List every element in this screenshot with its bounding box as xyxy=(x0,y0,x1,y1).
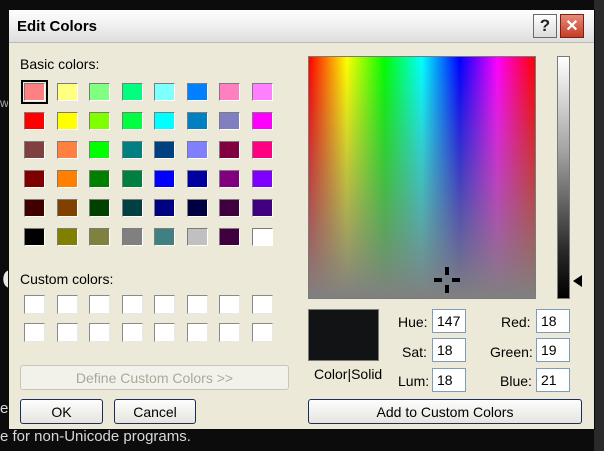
red-label: Red: xyxy=(501,314,531,330)
custom-color-swatch[interactable] xyxy=(219,323,240,342)
basic-color-swatch[interactable] xyxy=(154,228,175,246)
background-scrollbar xyxy=(594,0,604,451)
basic-color-swatch[interactable] xyxy=(251,170,273,188)
custom-color-swatch[interactable] xyxy=(251,295,273,314)
basic-color-swatch[interactable] xyxy=(89,83,110,101)
basic-color-swatch[interactable] xyxy=(219,141,240,159)
ok-button[interactable]: OK xyxy=(20,399,103,424)
lum-label: Lum: xyxy=(398,373,430,389)
basic-color-swatch[interactable] xyxy=(219,112,240,130)
luminosity-bar[interactable] xyxy=(557,56,570,299)
basic-colors-label: Basic colors: xyxy=(20,56,100,72)
basic-color-swatch[interactable] xyxy=(89,170,110,188)
basic-color-swatch[interactable] xyxy=(121,228,143,246)
basic-color-swatch[interactable] xyxy=(154,112,175,130)
basic-color-swatch[interactable] xyxy=(121,170,143,188)
red-field[interactable]: 18 xyxy=(536,309,570,333)
lum-field[interactable]: 18 xyxy=(432,368,466,392)
basic-color-swatch[interactable] xyxy=(186,228,208,246)
basic-color-swatch[interactable] xyxy=(154,170,175,188)
basic-color-swatch[interactable] xyxy=(24,112,45,130)
basic-color-swatch[interactable] xyxy=(89,199,110,217)
color-preview xyxy=(308,309,379,361)
basic-color-swatch[interactable] xyxy=(186,199,208,217)
basic-color-swatch[interactable] xyxy=(251,112,273,130)
basic-color-swatch[interactable] xyxy=(251,228,273,246)
custom-color-swatch[interactable] xyxy=(56,323,78,342)
basic-color-swatch[interactable] xyxy=(219,228,240,246)
basic-color-swatch[interactable] xyxy=(56,170,78,188)
custom-color-swatch[interactable] xyxy=(154,323,175,342)
custom-colors-label: Custom colors: xyxy=(20,271,114,287)
custom-color-swatch[interactable] xyxy=(219,295,240,314)
basic-color-swatch[interactable] xyxy=(251,83,273,101)
cancel-button[interactable]: Cancel xyxy=(114,399,196,424)
custom-color-swatch[interactable] xyxy=(24,295,45,314)
basic-color-swatch[interactable] xyxy=(24,199,45,217)
basic-color-swatch[interactable] xyxy=(186,170,208,188)
green-label: Green: xyxy=(490,344,533,360)
custom-color-swatch[interactable] xyxy=(121,295,143,314)
basic-color-swatch[interactable] xyxy=(56,141,78,159)
color-solid-label: Color|Solid xyxy=(314,366,383,382)
custom-color-swatch[interactable] xyxy=(154,295,175,314)
close-icon: ✕ xyxy=(565,18,579,35)
basic-color-swatch[interactable] xyxy=(154,199,175,217)
saturation-overlay xyxy=(309,57,535,298)
basic-color-swatch[interactable] xyxy=(56,112,78,130)
basic-color-swatch[interactable] xyxy=(251,199,273,217)
add-to-custom-colors-button[interactable]: Add to Custom Colors xyxy=(308,399,582,424)
help-button[interactable]: ? xyxy=(533,14,557,38)
basic-color-swatch[interactable] xyxy=(186,112,208,130)
basic-color-swatch[interactable] xyxy=(186,141,208,159)
hue-label: Hue: xyxy=(398,314,428,330)
basic-color-swatch[interactable] xyxy=(121,83,143,101)
basic-color-swatch[interactable] xyxy=(154,141,175,159)
color-spectrum[interactable] xyxy=(308,56,536,299)
blue-field[interactable]: 21 xyxy=(536,368,570,392)
basic-color-swatch[interactable] xyxy=(24,228,45,246)
basic-color-swatch[interactable] xyxy=(24,170,45,188)
sat-label: Sat: xyxy=(402,344,427,360)
custom-color-swatch[interactable] xyxy=(89,295,110,314)
basic-color-swatch[interactable] xyxy=(121,112,143,130)
basic-color-swatch[interactable] xyxy=(219,170,240,188)
basic-color-swatch[interactable] xyxy=(89,141,110,159)
custom-color-swatch[interactable] xyxy=(89,323,110,342)
custom-color-swatch[interactable] xyxy=(24,323,45,342)
basic-color-swatch[interactable] xyxy=(219,83,240,101)
luminosity-arrow-icon[interactable] xyxy=(572,275,582,287)
basic-color-swatch[interactable] xyxy=(121,141,143,159)
crosshair-icon[interactable] xyxy=(434,267,460,293)
basic-color-swatch[interactable] xyxy=(89,228,110,246)
blue-label: Blue: xyxy=(500,373,532,389)
title-bar[interactable]: Edit Colors ? ✕ xyxy=(9,10,594,43)
sat-field[interactable]: 18 xyxy=(432,338,466,362)
dialog-title: Edit Colors xyxy=(17,18,98,35)
define-custom-colors-button[interactable]: Define Custom Colors >> xyxy=(20,365,289,390)
basic-color-swatch[interactable] xyxy=(251,141,273,159)
custom-color-swatch[interactable] xyxy=(186,295,208,314)
basic-color-swatch[interactable] xyxy=(56,199,78,217)
edit-colors-dialog: Edit Colors ? ✕ Basic colors: Custom col… xyxy=(8,9,595,430)
basic-color-swatch[interactable] xyxy=(154,83,175,101)
basic-color-swatch[interactable] xyxy=(24,141,45,159)
hue-field[interactable]: 147 xyxy=(432,309,466,333)
green-field[interactable]: 19 xyxy=(536,338,570,362)
close-button[interactable]: ✕ xyxy=(560,14,584,38)
custom-color-swatch[interactable] xyxy=(251,323,273,342)
help-icon: ? xyxy=(539,16,551,35)
basic-color-swatch[interactable] xyxy=(89,112,110,130)
custom-color-swatch[interactable] xyxy=(56,295,78,314)
background-text: e for non-Unicode programs. xyxy=(0,428,191,445)
basic-color-swatch[interactable] xyxy=(186,83,208,101)
basic-color-swatch[interactable] xyxy=(56,83,78,101)
basic-color-swatch[interactable] xyxy=(121,199,143,217)
basic-color-swatch[interactable] xyxy=(56,228,78,246)
basic-color-swatch[interactable] xyxy=(219,199,240,217)
basic-color-swatch[interactable] xyxy=(21,80,48,104)
custom-color-swatch[interactable] xyxy=(186,323,208,342)
custom-color-swatch[interactable] xyxy=(121,323,143,342)
